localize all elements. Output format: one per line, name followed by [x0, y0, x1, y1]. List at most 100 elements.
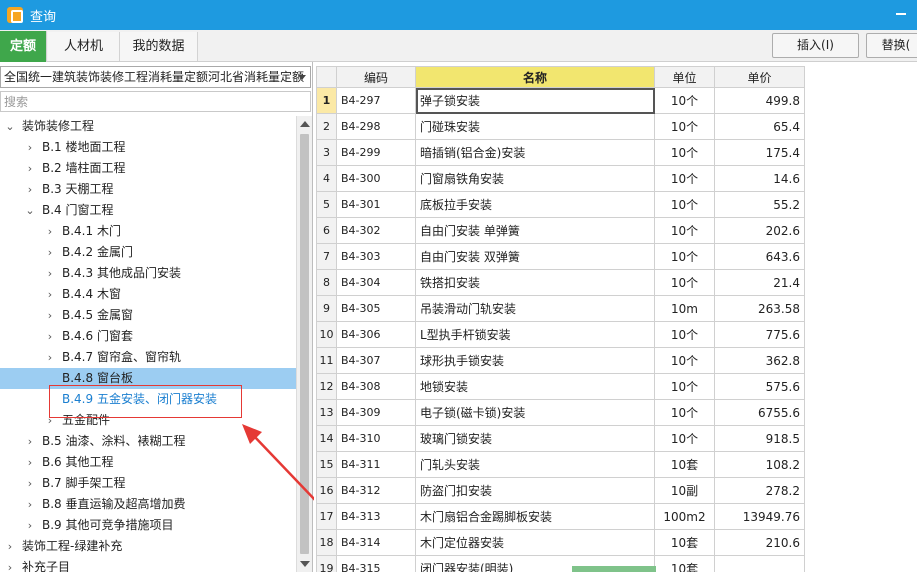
table-row[interactable]: 12 B4-308 地锁安装 10个 575.6	[316, 373, 805, 400]
row-number: 13	[316, 399, 337, 426]
quota-name[interactable]: 门窗扇铁角安装	[415, 165, 655, 192]
quota-code[interactable]: B4-311	[336, 451, 416, 478]
quota-price[interactable]: 210.6	[714, 529, 805, 556]
quota-name[interactable]: 球形执手锁安装	[415, 347, 655, 374]
quota-price[interactable]: 202.6	[714, 217, 805, 244]
name-column-header[interactable]: 名称	[415, 66, 655, 88]
quota-price[interactable]: 14.6	[714, 165, 805, 192]
quota-code[interactable]: B4-314	[336, 529, 416, 556]
price-column-header[interactable]: 单价	[714, 66, 805, 88]
table-row[interactable]: 17 B4-313 木门扇铝合金踢脚板安装 100m2 13949.76	[316, 503, 805, 530]
code-column-header[interactable]: 编码	[336, 66, 416, 88]
quota-price[interactable]: 21.4	[714, 269, 805, 296]
quota-unit[interactable]: 10个	[654, 165, 715, 192]
quota-name[interactable]: 木门扇铝合金踢脚板安装	[415, 503, 655, 530]
quota-code[interactable]: B4-305	[336, 295, 416, 322]
quota-price[interactable]: 65.4	[714, 113, 805, 140]
table-row[interactable]: 8 B4-304 铁搭扣安装 10个 21.4	[316, 269, 805, 296]
quota-price[interactable]: 55.2	[714, 191, 805, 218]
table-row[interactable]: 15 B4-311 门轧头安装 10套 108.2	[316, 451, 805, 478]
quota-code[interactable]: B4-306	[336, 321, 416, 348]
quota-code[interactable]: B4-303	[336, 243, 416, 270]
table-row[interactable]: 13 B4-309 电子锁(磁卡锁)安装 10个 6755.6	[316, 399, 805, 426]
quota-name[interactable]: 电子锁(磁卡锁)安装	[415, 399, 655, 426]
quota-price[interactable]	[714, 555, 805, 572]
table-row[interactable]: 16 B4-312 防盗门扣安装 10副 278.2	[316, 477, 805, 504]
quota-unit[interactable]: 10个	[654, 373, 715, 400]
table-row[interactable]: 2 B4-298 门碰珠安装 10个 65.4	[316, 113, 805, 140]
quota-unit[interactable]: 10套	[654, 451, 715, 478]
quota-name[interactable]: 铁搭扣安装	[415, 269, 655, 296]
quota-unit[interactable]: 10套	[654, 555, 715, 572]
quota-name[interactable]: 自由门安装 单弹簧	[415, 217, 655, 244]
quota-code[interactable]: B4-309	[336, 399, 416, 426]
quota-price[interactable]: 263.58	[714, 295, 805, 322]
table-row[interactable]: 10 B4-306 L型执手杆锁安装 10个 775.6	[316, 321, 805, 348]
quota-price[interactable]: 13949.76	[714, 503, 805, 530]
table-row[interactable]: 9 B4-305 吊装滑动门轨安装 10m 263.58	[316, 295, 805, 322]
quota-code[interactable]: B4-308	[336, 373, 416, 400]
quota-name[interactable]: 玻璃门锁安装	[415, 425, 655, 452]
quota-code[interactable]: B4-313	[336, 503, 416, 530]
quota-price[interactable]: 362.8	[714, 347, 805, 374]
quota-unit[interactable]: 10个	[654, 243, 715, 270]
quota-price[interactable]: 278.2	[714, 477, 805, 504]
quota-price[interactable]: 575.6	[714, 373, 805, 400]
quota-unit[interactable]: 10副	[654, 477, 715, 504]
quota-name[interactable]: 自由门安装 双弹簧	[415, 243, 655, 270]
quota-name[interactable]: L型执手杆锁安装	[415, 321, 655, 348]
table-row[interactable]: 18 B4-314 木门定位器安装 10套 210.6	[316, 529, 805, 556]
quota-unit[interactable]: 10个	[654, 113, 715, 140]
quota-name[interactable]: 门碰珠安装	[415, 113, 655, 140]
quota-name[interactable]: 地锁安装	[415, 373, 655, 400]
quota-unit[interactable]: 10套	[654, 529, 715, 556]
quota-code[interactable]: B4-299	[336, 139, 416, 166]
quota-code[interactable]: B4-298	[336, 113, 416, 140]
table-row[interactable]: 5 B4-301 底板拉手安装 10个 55.2	[316, 191, 805, 218]
quota-code[interactable]: B4-304	[336, 269, 416, 296]
quota-unit[interactable]: 10个	[654, 139, 715, 166]
quota-unit[interactable]: 10个	[654, 87, 715, 114]
table-row[interactable]: 4 B4-300 门窗扇铁角安装 10个 14.6	[316, 165, 805, 192]
quota-code[interactable]: B4-300	[336, 165, 416, 192]
quota-code[interactable]: B4-297	[336, 87, 416, 114]
quota-price[interactable]: 775.6	[714, 321, 805, 348]
quota-name[interactable]: 弹子锁安装	[415, 87, 655, 114]
table-row[interactable]: 7 B4-303 自由门安装 双弹簧 10个 643.6	[316, 243, 805, 270]
quota-name[interactable]: 暗插销(铝合金)安装	[415, 139, 655, 166]
quota-unit[interactable]: 10个	[654, 191, 715, 218]
table-row[interactable]: 11 B4-307 球形执手锁安装 10个 362.8	[316, 347, 805, 374]
quota-unit[interactable]: 10个	[654, 321, 715, 348]
quota-name[interactable]: 防盗门扣安装	[415, 477, 655, 504]
quota-unit[interactable]: 10个	[654, 269, 715, 296]
quota-unit[interactable]: 10个	[654, 399, 715, 426]
quota-price[interactable]: 175.4	[714, 139, 805, 166]
quota-price[interactable]: 108.2	[714, 451, 805, 478]
quota-name[interactable]: 木门定位器安装	[415, 529, 655, 556]
quota-code[interactable]: B4-312	[336, 477, 416, 504]
quota-unit[interactable]: 10个	[654, 347, 715, 374]
quota-price[interactable]: 643.6	[714, 243, 805, 270]
quota-code[interactable]: B4-310	[336, 425, 416, 452]
quota-unit[interactable]: 10个	[654, 425, 715, 452]
quota-code[interactable]: B4-307	[336, 347, 416, 374]
quota-price[interactable]: 6755.6	[714, 399, 805, 426]
bottom-panel-toggle[interactable]	[572, 566, 656, 572]
table-row[interactable]: 1 B4-297 弹子锁安装 10个 499.8	[316, 87, 805, 114]
table-row[interactable]: 6 B4-302 自由门安装 单弹簧 10个 202.6	[316, 217, 805, 244]
quota-code[interactable]: B4-315	[336, 555, 416, 572]
quota-unit[interactable]: 10个	[654, 217, 715, 244]
quota-price[interactable]: 918.5	[714, 425, 805, 452]
unit-column-header[interactable]: 单位	[654, 66, 715, 88]
quota-name[interactable]: 门轧头安装	[415, 451, 655, 478]
quota-name[interactable]: 吊装滑动门轨安装	[415, 295, 655, 322]
table-row[interactable]: 3 B4-299 暗插销(铝合金)安装 10个 175.4	[316, 139, 805, 166]
quota-price[interactable]: 499.8	[714, 87, 805, 114]
quota-code[interactable]: B4-301	[336, 191, 416, 218]
quota-name[interactable]: 底板拉手安装	[415, 191, 655, 218]
quota-code[interactable]: B4-302	[336, 217, 416, 244]
table-row[interactable]: 19 B4-315 闭门器安装(明装) 10套	[316, 555, 805, 572]
table-row[interactable]: 14 B4-310 玻璃门锁安装 10个 918.5	[316, 425, 805, 452]
quota-unit[interactable]: 100m2	[654, 503, 715, 530]
quota-unit[interactable]: 10m	[654, 295, 715, 322]
